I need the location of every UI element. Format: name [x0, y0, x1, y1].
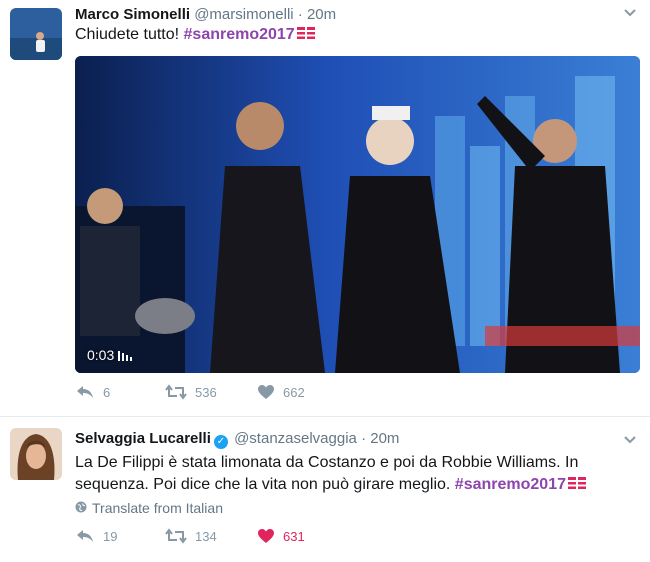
- tweet[interactable]: Selvaggia Lucarelli ✓ @stanzaselvaggia · …: [0, 0, 650, 544]
- globe-icon: [75, 500, 87, 516]
- chevron-down-icon[interactable]: [622, 431, 638, 447]
- sanremo-logo-icon: [567, 475, 587, 490]
- tweet-header: Selvaggia Lucarelli ✓ @stanzaselvaggia · …: [75, 430, 399, 449]
- hashtag-link[interactable]: #sanremo2017: [455, 476, 566, 493]
- retweet-button[interactable]: 134: [165, 528, 217, 544]
- like-button[interactable]: 662: [257, 384, 305, 400]
- retweet-icon: [165, 528, 187, 544]
- tweet-text-plain: sequenza. Poi dice che la vita non può g…: [75, 476, 455, 493]
- author-handle[interactable]: @stanzaselvaggia: [234, 430, 357, 447]
- heart-icon: [257, 384, 275, 400]
- verified-badge-icon: ✓: [213, 435, 228, 449]
- reply-icon: [75, 528, 95, 544]
- reply-icon: [75, 384, 95, 400]
- video-timestamp: 0:03: [87, 347, 133, 363]
- reply-button[interactable]: 6: [75, 384, 110, 400]
- translate-link[interactable]: Translate from Italian: [75, 500, 223, 516]
- retweet-icon: [165, 384, 187, 400]
- author-name[interactable]: Selvaggia Lucarelli: [75, 430, 211, 447]
- tweet-text-line: La De Filippi è stata limonata da Costan…: [75, 454, 579, 471]
- avatar[interactable]: [10, 428, 62, 480]
- reply-count: 19: [103, 528, 118, 544]
- tweet-text-line: sequenza. Poi dice che la vita non può g…: [75, 474, 595, 496]
- retweet-button[interactable]: 536: [165, 384, 217, 400]
- like-button[interactable]: 631: [257, 528, 305, 544]
- video-time-label: 0:03: [87, 347, 115, 363]
- translate-label: Translate from Italian: [92, 500, 223, 516]
- volume-bars-icon: [118, 349, 133, 361]
- tweet-divider: [0, 416, 650, 417]
- like-count: 631: [283, 528, 305, 544]
- reply-button[interactable]: 19: [75, 528, 117, 544]
- tweet-text: La De Filippi è stata limonata da Costan…: [75, 452, 595, 496]
- like-count: 662: [283, 384, 305, 400]
- retweet-count: 134: [195, 528, 217, 544]
- heart-icon: [257, 528, 275, 544]
- reply-count: 6: [103, 384, 111, 400]
- timestamp[interactable]: 20m: [370, 430, 399, 447]
- retweet-count: 536: [195, 384, 217, 400]
- separator-dot: ·: [361, 430, 367, 447]
